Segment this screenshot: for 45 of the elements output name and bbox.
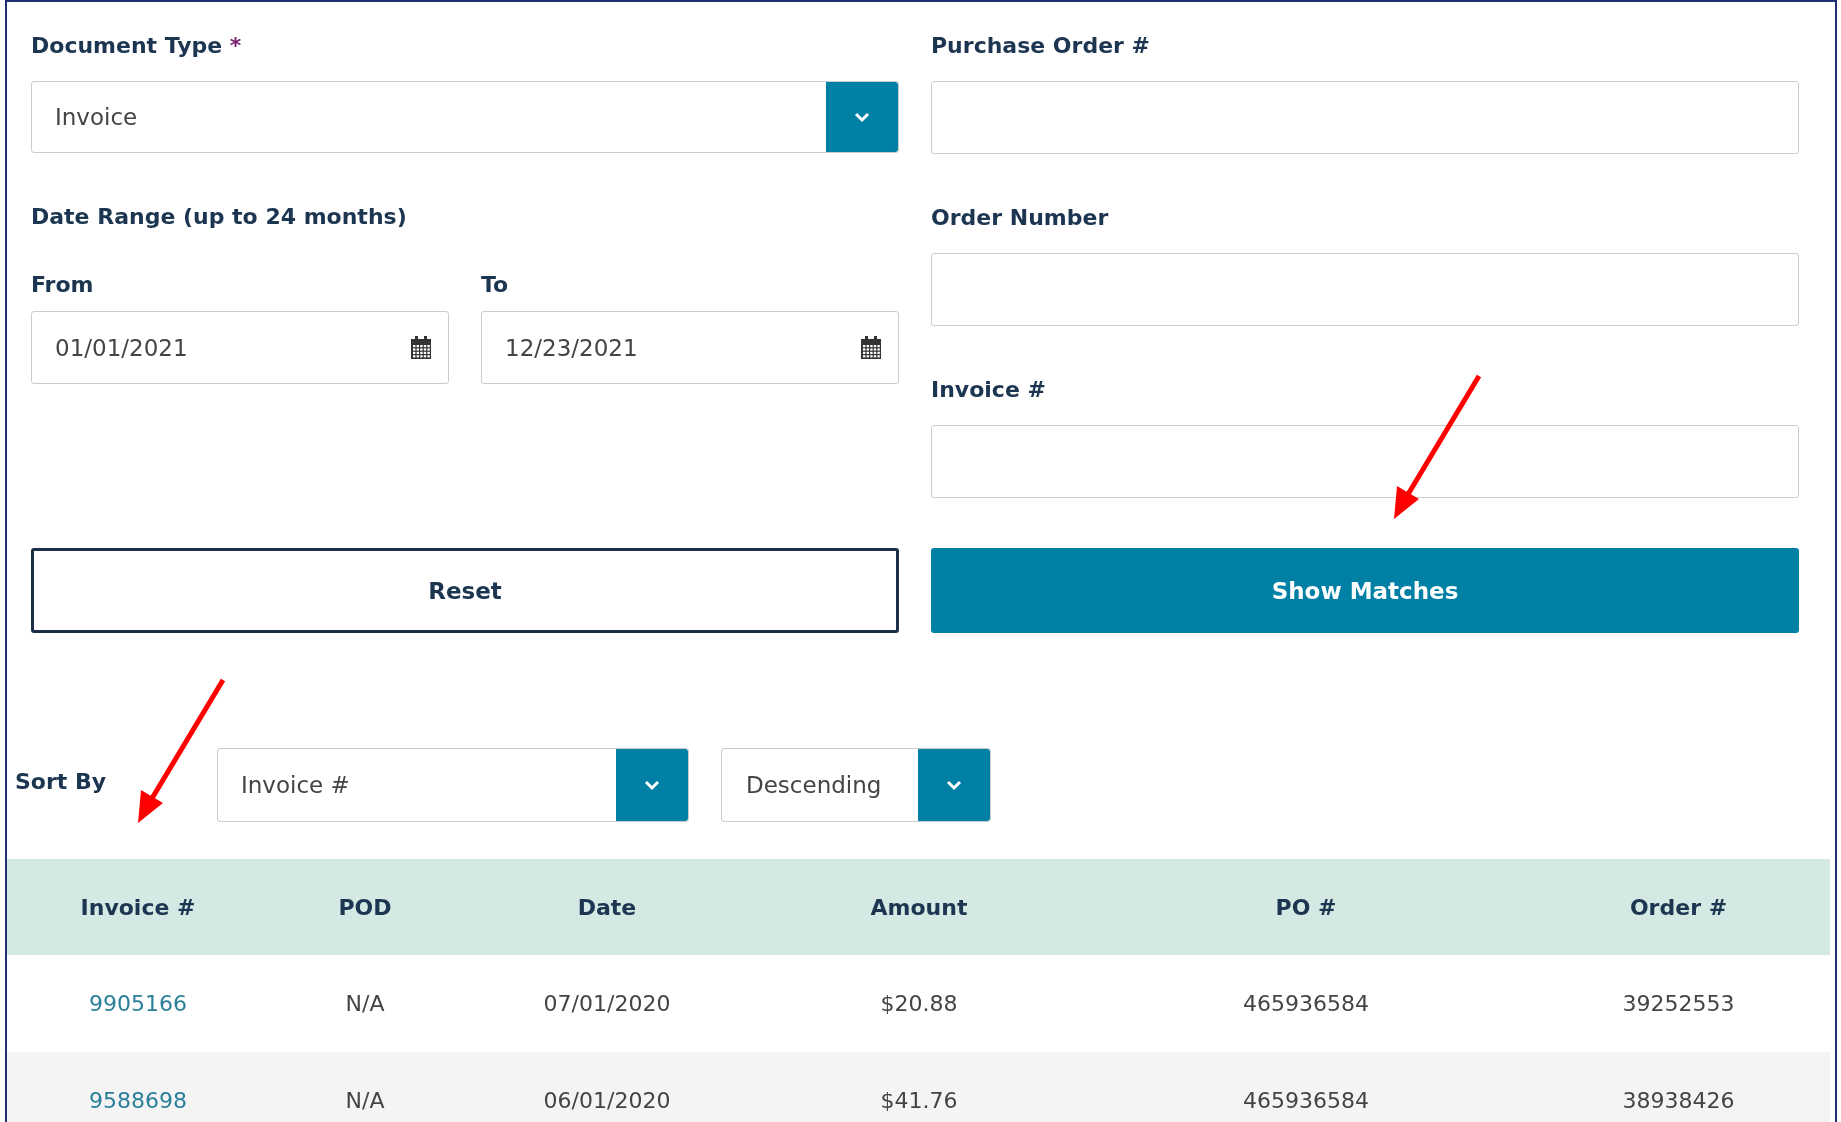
date-field[interactable]: 12/23/2021 [481, 311, 899, 384]
calendar-icon [860, 335, 882, 360]
sort-order-select[interactable]: Descending [721, 748, 991, 822]
table-cell: N/A [345, 991, 385, 1016]
required-mark: * [229, 33, 242, 58]
field-label: Order Number [931, 204, 1110, 232]
table-cell: 39252553 [1622, 991, 1735, 1016]
document-type-select[interactable]: Invoice [31, 81, 899, 153]
table-cell: 07/01/2020 [543, 991, 671, 1016]
input-field[interactable] [931, 425, 1799, 498]
show-matches-button[interactable]: Show Matches [931, 548, 1799, 633]
sort-field-select[interactable]: Invoice # [217, 748, 689, 822]
column-header: Order # [1527, 859, 1830, 955]
table-cell: 38938426 [1622, 1088, 1735, 1113]
field-label: To [481, 271, 510, 299]
field-label: Purchase Order # [931, 32, 1152, 60]
calendar-icon [410, 335, 432, 360]
dropdown-button[interactable] [616, 749, 688, 821]
field-label: From [31, 271, 95, 299]
sort-label: Sort By [15, 768, 108, 794]
column-header: Amount [753, 859, 1085, 955]
column-header: PO # [1085, 859, 1527, 955]
dropdown-button[interactable] [826, 82, 898, 152]
table-cell: 465936584 [1243, 1088, 1369, 1113]
chevron-icon [945, 779, 963, 791]
chevron-icon [643, 779, 661, 791]
table-cell: $20.88 [880, 991, 958, 1016]
column-header: POD [269, 859, 461, 955]
field-label: Date Range (up to 24 months) [31, 203, 408, 231]
input-field[interactable] [931, 253, 1799, 326]
field-label: Document Type * [31, 32, 243, 60]
date-field[interactable]: 01/01/2021 [31, 311, 449, 384]
table-cell: $41.76 [880, 1088, 958, 1113]
dropdown-button[interactable] [918, 749, 990, 821]
field-label: Invoice # [931, 376, 1047, 404]
input-field[interactable] [931, 81, 1799, 154]
column-header: Invoice # [7, 859, 269, 955]
invoice-link[interactable]: 9905166 [89, 991, 187, 1016]
table-cell: 465936584 [1243, 991, 1369, 1016]
invoice-link[interactable]: 9588698 [89, 1088, 187, 1113]
chevron-icon [853, 111, 871, 123]
column-header: Date [461, 859, 753, 955]
reset-button[interactable]: Reset [31, 548, 899, 633]
table-cell: N/A [345, 1088, 385, 1113]
table-cell: 06/01/2020 [543, 1088, 671, 1113]
